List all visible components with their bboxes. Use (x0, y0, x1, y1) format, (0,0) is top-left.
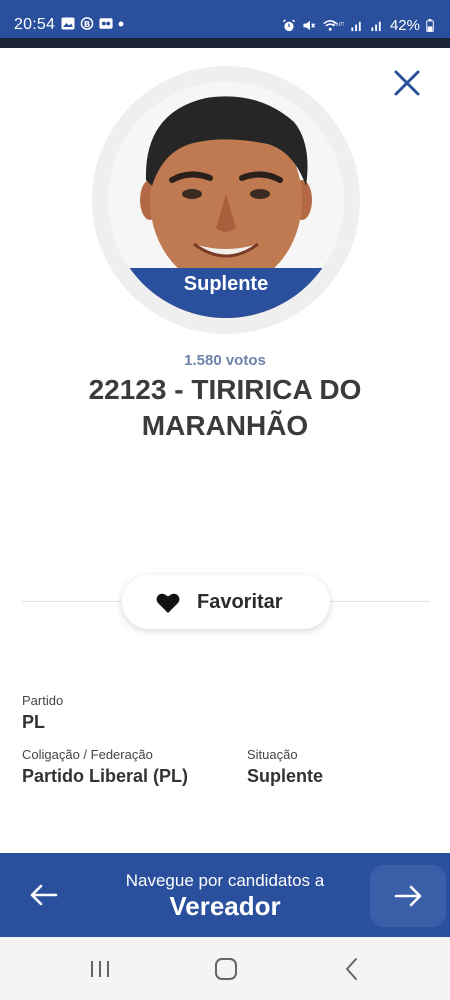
back-icon[interactable] (337, 955, 367, 983)
signal-icon (351, 21, 361, 32)
dot-icon (118, 21, 124, 27)
candidate-navigation-bar: Navegue por candidatos a Vereador (0, 853, 450, 937)
situation-label: Situação (247, 747, 298, 762)
favorite-button[interactable]: Favoritar (122, 575, 330, 629)
svg-text:VoLTE: VoLTE (333, 22, 344, 28)
notification-icons: B (61, 17, 124, 30)
status-time: 20:54 (14, 16, 56, 33)
alarm-icon (282, 19, 296, 32)
svg-text:B: B (84, 19, 90, 29)
party-value: PL (22, 712, 46, 732)
vote-count: 1.580 votos (184, 352, 266, 369)
app-header-strip (0, 38, 450, 48)
coalition-label: Coligação / Federação (22, 747, 153, 762)
battery-percent: 42% (389, 17, 420, 34)
candidate-photo: Suplente (108, 82, 344, 318)
party-label: Partido (22, 693, 64, 708)
dual-app-icon (99, 18, 113, 29)
favorite-label: Favoritar (197, 591, 283, 613)
close-icon[interactable] (390, 66, 424, 100)
candidate-status-banner: Suplente (108, 268, 344, 318)
navigation-caption: Navegue por candidatos a (125, 871, 325, 890)
navigation-office: Vereador (169, 891, 281, 921)
system-status-icons: VoLTE 42% (282, 17, 434, 34)
image-icon (61, 17, 75, 30)
home-icon[interactable] (211, 955, 241, 983)
system-navigation-bar (0, 937, 450, 1000)
mute-icon (303, 20, 316, 31)
arrow-left-icon[interactable] (18, 873, 70, 917)
coalition-value: Partido Liberal (PL) (22, 766, 189, 786)
arrow-right-icon (394, 885, 422, 907)
candidate-name: 22123 - TIRIRICA DO MARANHÃO (88, 374, 362, 441)
recent-apps-icon[interactable] (85, 955, 115, 983)
battery-icon (426, 19, 434, 32)
heart-icon (156, 593, 180, 613)
status-bar: 20:54 B VoLTE 42% (0, 0, 450, 38)
situation-value: Suplente (247, 766, 324, 786)
next-candidate-button[interactable] (370, 865, 446, 927)
b-badge-icon: B (80, 17, 94, 30)
signal-icon (371, 21, 381, 32)
wifi-icon: VoLTE (323, 20, 344, 31)
